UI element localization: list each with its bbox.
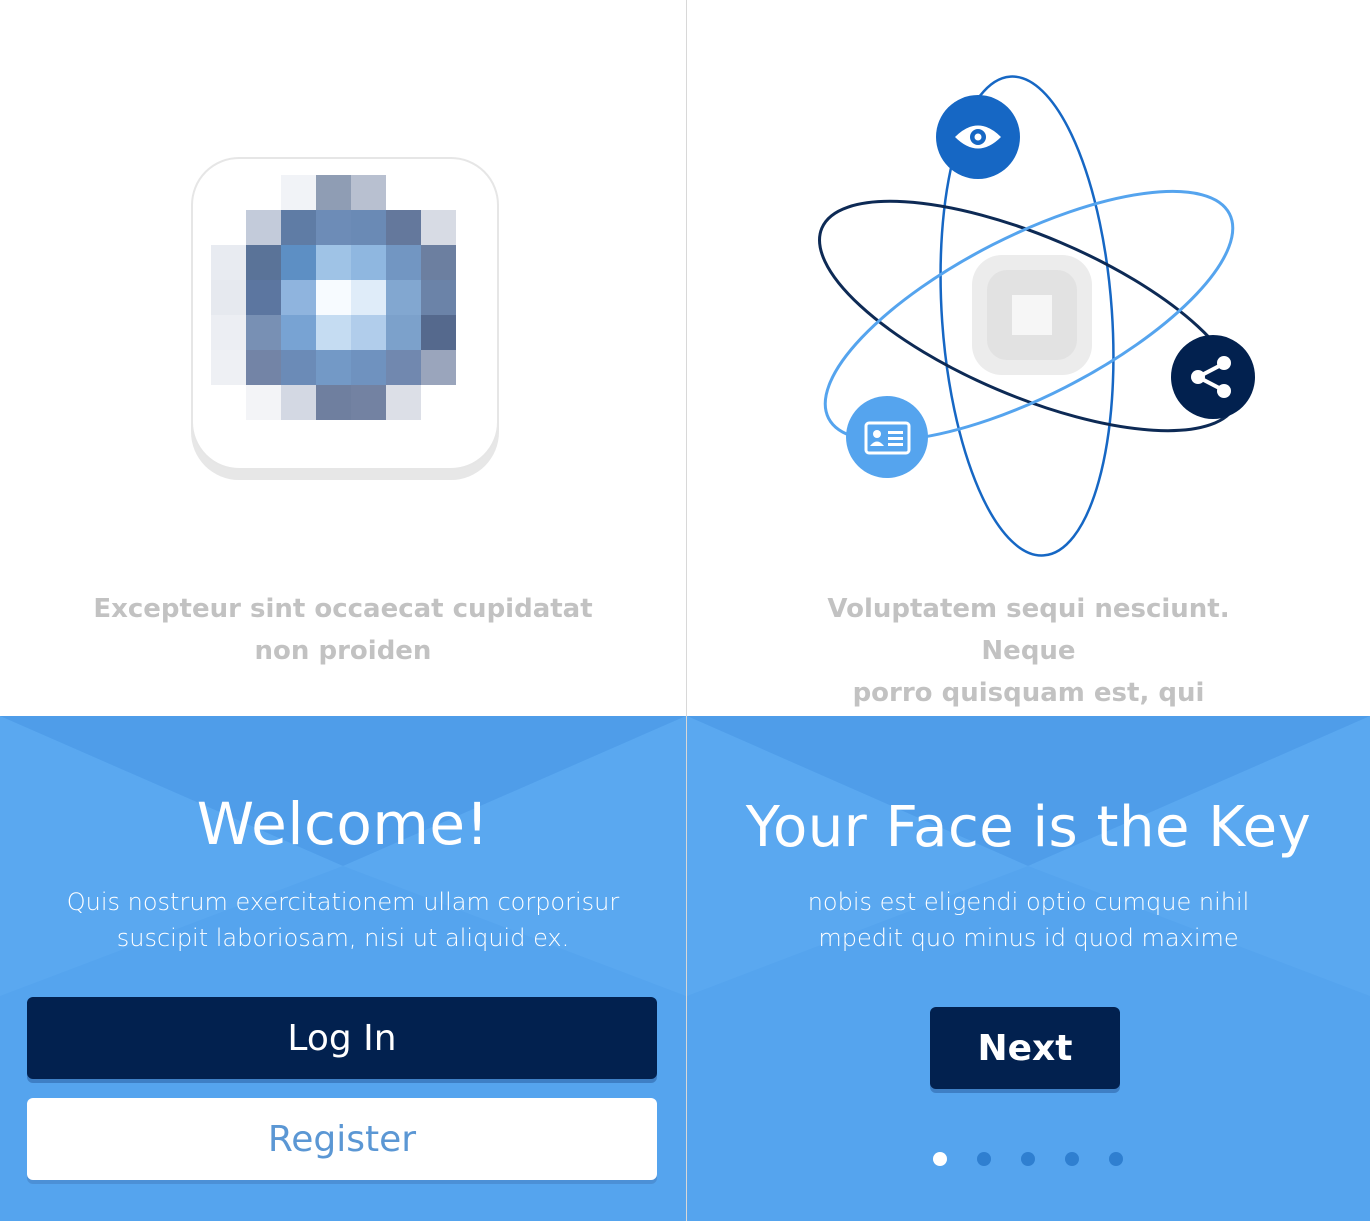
face-key-caption-line1: Voluptatem sequi nesciunt. Neque	[827, 594, 1230, 666]
face-key-caption-line2: porro quisquam est, qui	[852, 678, 1205, 708]
welcome-title: Welcome!	[196, 790, 490, 858]
welcome-subtext-line1: Quis nostrum exercitationem ullam corpor…	[66, 888, 620, 916]
welcome-screen: Excepteur sint occaecat cupidatat non pr…	[0, 0, 686, 1221]
share-icon	[1171, 335, 1255, 419]
face-key-subtext-line2: mpedit quo minus id quod maxime	[818, 924, 1239, 952]
face-key-bottom-area	[687, 716, 1370, 1221]
face-key-screen: Voluptatem sequi nesciunt. Neque porro q…	[687, 0, 1370, 1221]
face-key-top-area: Voluptatem sequi nesciunt. Neque porro q…	[687, 0, 1370, 716]
pagination-dot[interactable]	[933, 1152, 947, 1166]
face-key-subtext-line1: nobis est eligendi optio cumque nihil	[807, 888, 1250, 916]
pagination-dot[interactable]	[1065, 1152, 1079, 1166]
pagination-dot[interactable]	[1021, 1152, 1035, 1166]
next-button[interactable]: Next	[930, 1007, 1120, 1089]
face-key-title: Your Face is the Key	[745, 795, 1312, 860]
face-key-caption: Voluptatem sequi nesciunt. Neque porro q…	[687, 588, 1370, 714]
welcome-subtext: Quis nostrum exercitationem ullam corpor…	[0, 884, 686, 956]
welcome-subtext-line2: suscipit laboriosam, nisi ut aliquid ex.	[116, 924, 570, 952]
login-button[interactable]: Log In	[27, 997, 657, 1079]
register-button[interactable]: Register	[27, 1098, 657, 1180]
id-card-icon	[846, 396, 928, 478]
welcome-caption-line1: Excepteur sint occaecat cupidatat	[93, 594, 593, 624]
pagination-dot[interactable]	[977, 1152, 991, 1166]
face-key-subtext: nobis est eligendi optio cumque nihil mp…	[687, 884, 1370, 956]
welcome-top-area: Excepteur sint occaecat cupidatat non pr…	[0, 0, 686, 716]
background-facets	[687, 716, 1370, 996]
app-logo-icon	[191, 157, 499, 470]
center-logo-icon	[972, 255, 1092, 375]
pagination-dot[interactable]	[1109, 1152, 1123, 1166]
eye-icon	[936, 95, 1020, 179]
welcome-caption-line2: non proiden	[254, 636, 432, 666]
pagination-dots	[933, 1152, 1123, 1166]
welcome-caption: Excepteur sint occaecat cupidatat non pr…	[0, 588, 686, 672]
